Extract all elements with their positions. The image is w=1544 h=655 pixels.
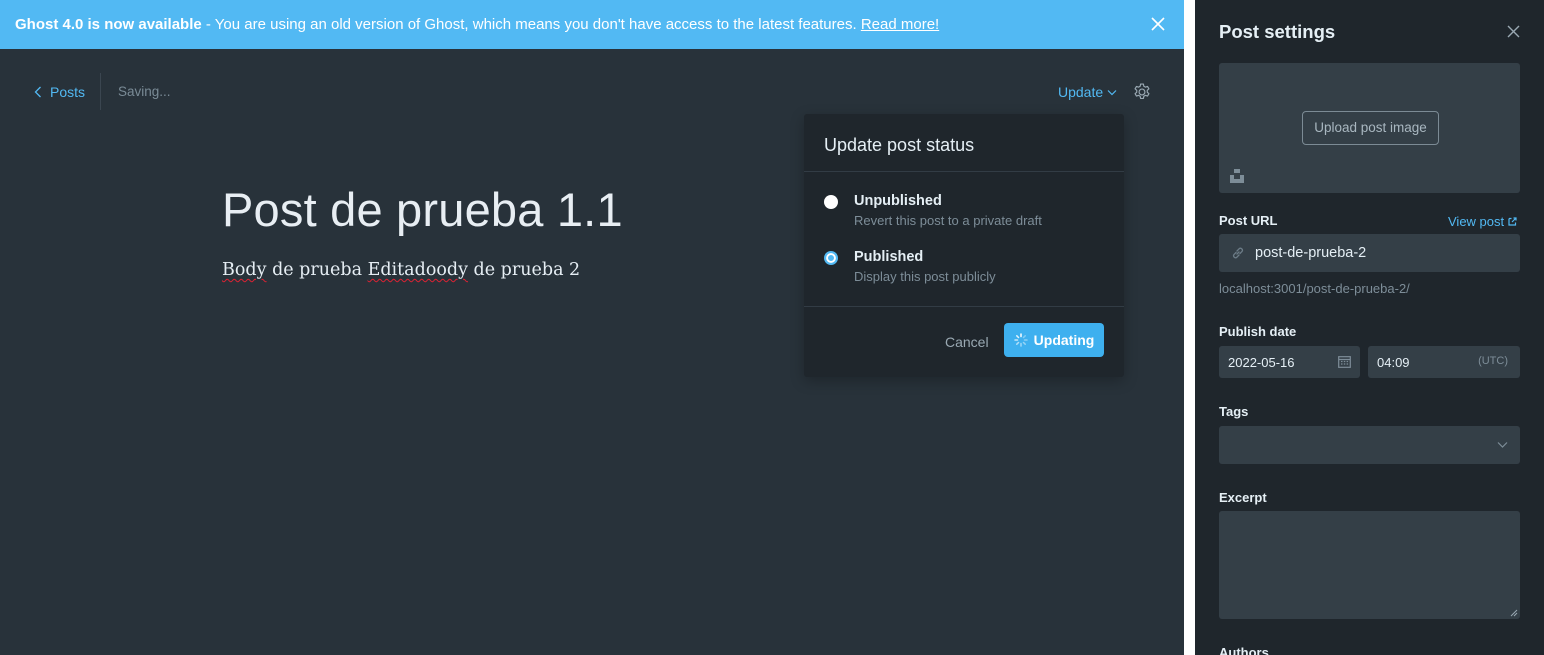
option-title: Published bbox=[854, 249, 924, 265]
popup-heading: Update post status bbox=[804, 114, 1124, 172]
post-url-label: Post URL bbox=[1219, 213, 1278, 228]
publish-time-field[interactable]: (UTC) bbox=[1368, 346, 1520, 378]
body-text: de prueba 2 bbox=[467, 260, 581, 280]
excerpt-textarea[interactable] bbox=[1219, 511, 1520, 619]
option-title: Unpublished bbox=[854, 193, 942, 209]
body-text: de prueba bbox=[266, 260, 368, 280]
calendar-icon[interactable] bbox=[1338, 355, 1351, 368]
radio-unselected[interactable] bbox=[824, 195, 838, 209]
back-label: Posts bbox=[50, 84, 86, 100]
authors-label: Authors bbox=[1219, 645, 1269, 655]
external-link-icon bbox=[1508, 217, 1517, 226]
publish-date-field[interactable] bbox=[1219, 346, 1360, 378]
post-body[interactable]: Body de prueba Editadoody de prueba 2 bbox=[222, 260, 580, 280]
post-image-dropzone[interactable]: Upload post image bbox=[1219, 63, 1520, 193]
publish-date-label: Publish date bbox=[1219, 324, 1297, 339]
misspelled-word: Editadoody bbox=[367, 260, 468, 280]
post-settings-panel: Post settings Upload post image Post URL… bbox=[1195, 0, 1544, 655]
upload-post-image-button[interactable]: Upload post image bbox=[1302, 111, 1439, 145]
chevron-down-icon bbox=[1497, 442, 1508, 448]
breadcrumb-divider bbox=[100, 73, 101, 110]
publish-time-input[interactable] bbox=[1377, 346, 1477, 378]
popup-footer: Cancel Updating bbox=[804, 306, 1124, 377]
view-post-link[interactable]: View post bbox=[1448, 214, 1517, 229]
misspelled-word: Body bbox=[222, 260, 267, 280]
chevron-down-icon bbox=[1107, 89, 1117, 95]
chevron-left-icon bbox=[34, 86, 41, 98]
editor-area: Ghost 4.0 is now available - You are usi… bbox=[0, 0, 1184, 655]
post-url-preview: localhost:3001/post-de-prueba-2/ bbox=[1219, 281, 1410, 296]
gear-icon[interactable] bbox=[1132, 82, 1152, 102]
tags-select[interactable] bbox=[1219, 426, 1520, 464]
resize-handle-icon[interactable] bbox=[1510, 609, 1518, 617]
excerpt-field[interactable] bbox=[1219, 511, 1520, 619]
excerpt-label: Excerpt bbox=[1219, 490, 1267, 505]
upgrade-banner: Ghost 4.0 is now available - You are usi… bbox=[0, 0, 1184, 49]
tags-label: Tags bbox=[1219, 404, 1249, 419]
timezone-label: (UTC) bbox=[1478, 355, 1508, 367]
close-icon[interactable] bbox=[1150, 16, 1166, 32]
option-description: Display this post publicly bbox=[854, 269, 996, 284]
post-url-input[interactable] bbox=[1255, 234, 1505, 272]
option-unpublished[interactable]: Unpublished Revert this post to a privat… bbox=[824, 193, 1042, 228]
option-description: Revert this post to a private draft bbox=[854, 213, 1042, 228]
banner-title: Ghost 4.0 is now available bbox=[15, 16, 202, 33]
banner-read-more-link[interactable]: Read more! bbox=[861, 16, 939, 33]
panel-divider bbox=[1184, 0, 1195, 655]
close-icon[interactable] bbox=[1507, 25, 1520, 38]
publish-date-input[interactable] bbox=[1228, 346, 1328, 378]
option-published[interactable]: Published Display this post publicly bbox=[824, 249, 996, 284]
spinner-icon bbox=[1013, 333, 1028, 347]
post-title[interactable]: Post de prueba 1.1 bbox=[222, 182, 623, 237]
view-post-label: View post bbox=[1448, 214, 1505, 229]
updating-label: Updating bbox=[1033, 332, 1095, 348]
update-label: Update bbox=[1058, 84, 1104, 100]
back-to-posts-link[interactable]: Posts bbox=[34, 83, 85, 101]
link-icon bbox=[1232, 247, 1244, 259]
update-button[interactable]: Update bbox=[1058, 84, 1117, 100]
panel-title: Post settings bbox=[1219, 21, 1336, 42]
unsplash-icon[interactable] bbox=[1230, 169, 1244, 183]
banner-text: - You are using an old version of Ghost,… bbox=[201, 16, 861, 33]
update-status-popup: Update post status Unpublished Revert th… bbox=[804, 114, 1124, 377]
updating-button[interactable]: Updating bbox=[1004, 323, 1104, 357]
post-url-field[interactable] bbox=[1219, 234, 1520, 272]
save-status: Saving... bbox=[118, 84, 171, 99]
radio-selected[interactable] bbox=[824, 251, 838, 265]
cancel-button[interactable]: Cancel bbox=[945, 334, 989, 350]
